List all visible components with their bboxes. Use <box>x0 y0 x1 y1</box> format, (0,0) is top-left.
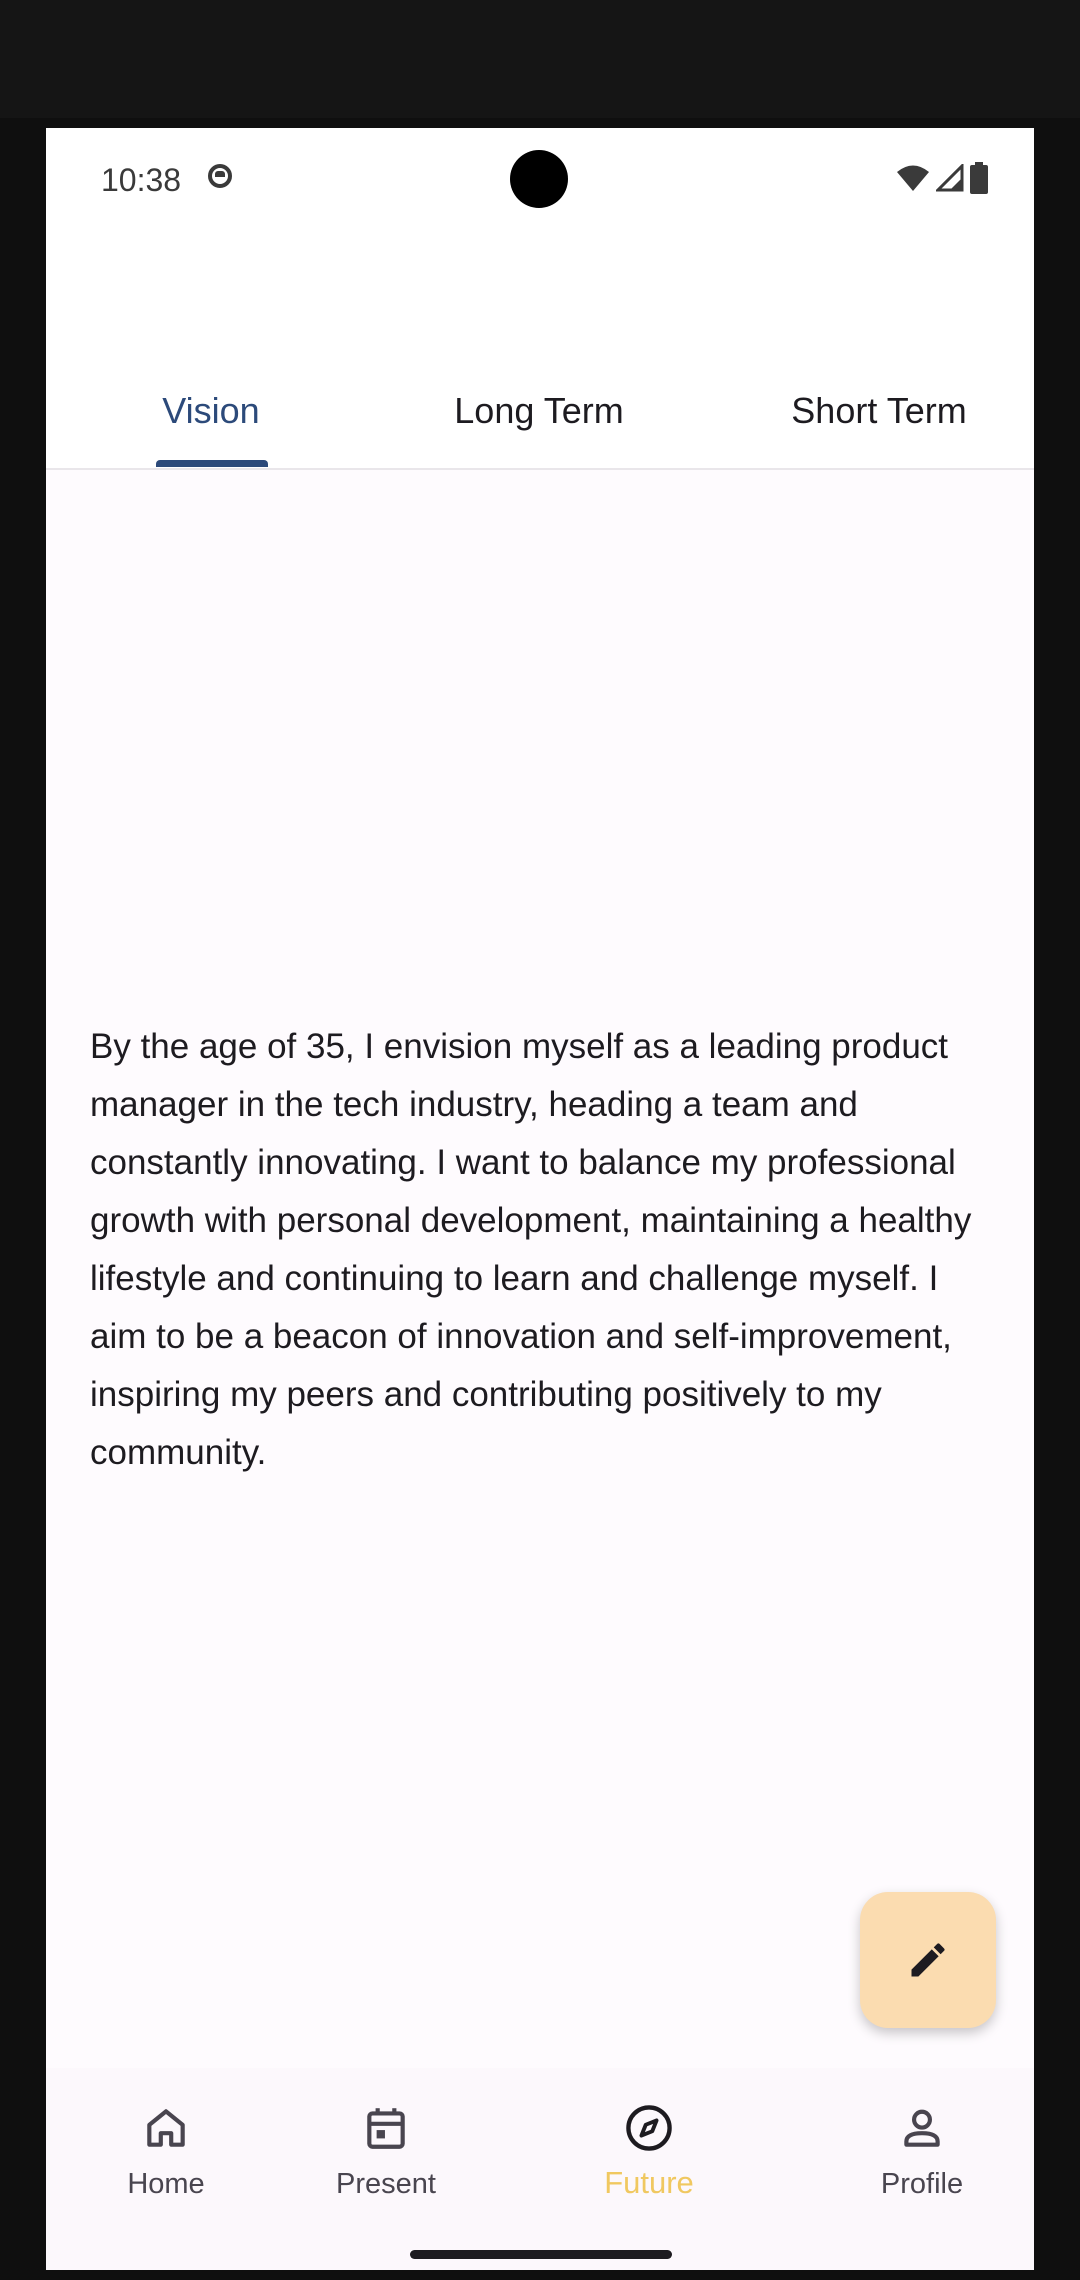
status-bar: 10:38 <box>46 128 1034 233</box>
bottom-navigation: Home Present Future Profile <box>46 2068 1034 2270</box>
status-time: 10:38 <box>101 162 182 198</box>
front-camera <box>510 150 568 208</box>
home-icon <box>138 2100 194 2156</box>
nav-profile[interactable]: Profile <box>802 2080 1034 2201</box>
person-icon <box>894 2100 950 2156</box>
pencil-icon <box>911 1943 945 1977</box>
active-tab-indicator <box>156 460 268 467</box>
nav-future[interactable]: Future <box>529 2080 769 2201</box>
top-band <box>0 0 1080 118</box>
nav-present[interactable]: Present <box>266 2080 506 2201</box>
notification-icon <box>208 164 232 188</box>
nav-present-label: Present <box>336 2168 436 2200</box>
cellular-icon <box>936 164 964 192</box>
vision-statement: By the age of 35, I envision myself as a… <box>90 1027 972 1472</box>
tab-bar: Vision Long Term Short Term <box>46 233 1034 470</box>
tab-long-term[interactable]: Long Term <box>404 390 674 432</box>
nav-profile-label: Profile <box>880 2168 964 2200</box>
tab-short-term[interactable]: Short Term <box>734 390 1024 432</box>
nav-home[interactable]: Home <box>46 2080 286 2201</box>
calendar-icon <box>358 2100 414 2156</box>
edit-button[interactable] <box>860 1892 996 2028</box>
compass-icon <box>621 2100 677 2156</box>
nav-home-label: Home <box>127 2168 205 2200</box>
gesture-bar[interactable] <box>410 2250 672 2259</box>
tab-vision[interactable]: Vision <box>76 390 346 432</box>
system-icons <box>896 162 988 194</box>
battery-icon <box>970 162 988 194</box>
wifi-icon <box>897 165 929 191</box>
nav-future-label: Future <box>604 2165 694 2200</box>
phone-screen: 10:38 Vision Long Term Short Term By the… <box>46 128 1034 2270</box>
